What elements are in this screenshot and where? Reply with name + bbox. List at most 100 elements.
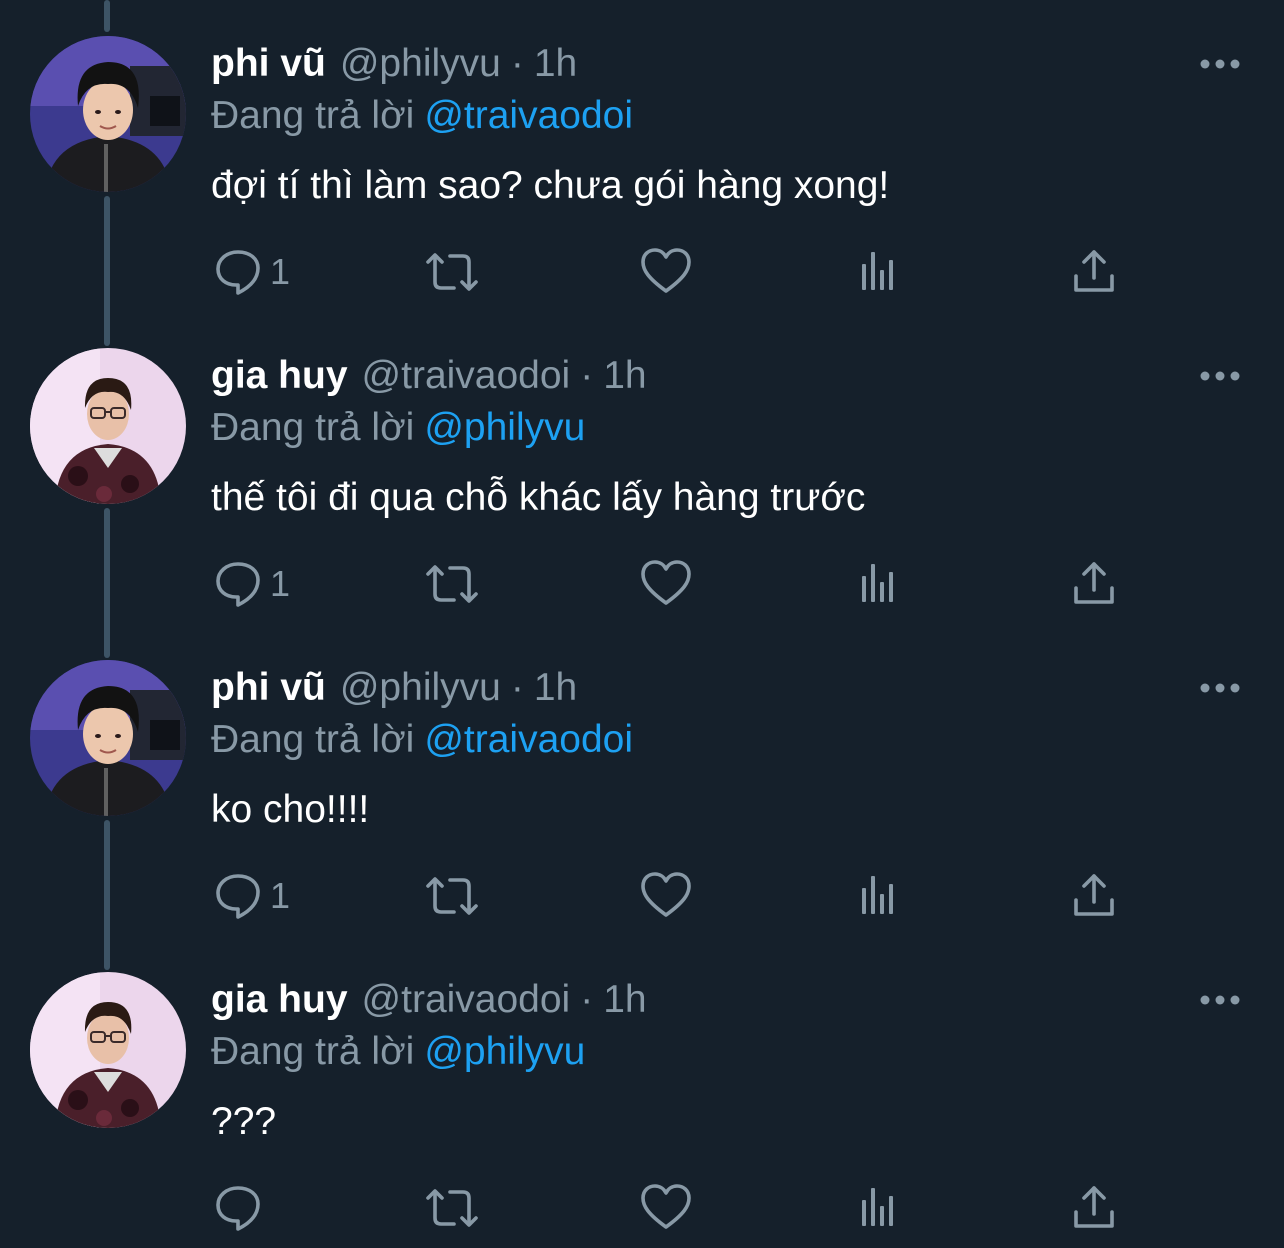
more-options-button[interactable] xyxy=(1196,980,1244,1020)
timestamp[interactable]: 1h xyxy=(534,42,577,85)
stats-icon xyxy=(852,868,908,924)
like-icon xyxy=(638,1180,694,1236)
retweet-icon xyxy=(424,868,480,924)
avatar[interactable] xyxy=(30,972,186,1128)
reply-icon xyxy=(210,868,266,924)
like-button[interactable] xyxy=(638,552,694,616)
retweet-icon xyxy=(424,556,480,612)
more-options-button[interactable] xyxy=(1196,44,1244,84)
like-button[interactable] xyxy=(638,1176,694,1240)
timestamp[interactable]: 1h xyxy=(534,666,577,709)
share-icon xyxy=(1066,244,1122,300)
share-button[interactable] xyxy=(1066,1176,1122,1240)
user-handle[interactable]: @philyvu xyxy=(340,42,501,85)
tweet[interactable]: phi vũ @philyvu · 1h Đang trả lời @traivaodo… xyxy=(0,624,1284,970)
mention-link[interactable]: @philyvu xyxy=(424,406,585,449)
separator-dot: · xyxy=(510,42,524,85)
stats-button[interactable] xyxy=(852,240,908,304)
display-name[interactable]: phi vũ xyxy=(211,666,326,709)
more-options-button[interactable] xyxy=(1196,356,1244,396)
tweet-header: phi vũ @philyvu · 1h xyxy=(211,664,577,712)
replying-to: Đang trả lời @traivaodoi xyxy=(211,716,633,764)
reply-icon xyxy=(210,556,266,612)
like-icon xyxy=(638,244,694,300)
reply-icon xyxy=(210,244,266,300)
replying-label: Đang trả lời xyxy=(211,406,415,449)
display-name[interactable]: phi vũ xyxy=(211,42,326,85)
tweet-thread: phi vũ @philyvu · 1h Đang trả lời @traivaodo… xyxy=(0,0,1284,1247)
avatar[interactable] xyxy=(30,36,186,192)
mention-link[interactable]: @traivaodoi xyxy=(424,94,633,137)
avatar[interactable] xyxy=(30,660,186,816)
retweet-icon xyxy=(424,1180,480,1236)
retweet-button[interactable] xyxy=(424,552,480,616)
share-button[interactable] xyxy=(1066,240,1122,304)
like-button[interactable] xyxy=(638,240,694,304)
stats-button[interactable] xyxy=(852,1176,908,1240)
like-button[interactable] xyxy=(638,864,694,928)
tweet-text: ??? xyxy=(211,1100,277,1143)
more-options-button[interactable] xyxy=(1196,668,1244,708)
replying-label: Đang trả lời xyxy=(211,1030,415,1073)
reply-button[interactable]: 1 xyxy=(210,240,290,304)
reply-icon xyxy=(210,1180,266,1236)
replying-to: Đang trả lời @traivaodoi xyxy=(211,92,633,140)
user-handle[interactable]: @philyvu xyxy=(340,666,501,709)
display-name[interactable]: gia huy xyxy=(211,354,348,397)
like-icon xyxy=(638,556,694,612)
retweet-button[interactable] xyxy=(424,1176,480,1240)
user-handle[interactable]: @traivaodoi xyxy=(362,354,571,397)
tweet[interactable]: gia huy @traivaodoi · 1h Đang trả lời @phily… xyxy=(0,312,1284,658)
reply-count: 1 xyxy=(270,251,291,292)
user-handle[interactable]: @traivaodoi xyxy=(362,978,571,1021)
timestamp[interactable]: 1h xyxy=(603,978,646,1021)
reply-count: 1 xyxy=(270,563,291,604)
more-icon xyxy=(1200,995,1240,1005)
avatar-photo-phi xyxy=(30,36,186,192)
timestamp[interactable]: 1h xyxy=(603,354,646,397)
share-button[interactable] xyxy=(1066,552,1122,616)
display-name[interactable]: gia huy xyxy=(211,978,348,1021)
share-button[interactable] xyxy=(1066,864,1122,928)
stats-button[interactable] xyxy=(852,864,908,928)
tweet[interactable]: phi vũ @philyvu · 1h Đang trả lời @traivaodo… xyxy=(0,0,1284,346)
more-icon xyxy=(1200,683,1240,693)
separator-dot: · xyxy=(580,978,594,1021)
tweet-text: thế tôi đi qua chỗ khác lấy hàng trước xyxy=(211,476,866,519)
share-icon xyxy=(1066,868,1122,924)
reply-button[interactable]: 1 xyxy=(210,864,290,928)
mention-link[interactable]: @philyvu xyxy=(424,1030,585,1073)
retweet-button[interactable] xyxy=(424,240,480,304)
tweet-header: gia huy @traivaodoi · 1h xyxy=(211,352,647,400)
separator-dot: · xyxy=(580,354,594,397)
replying-label: Đang trả lời xyxy=(211,94,415,137)
retweet-icon xyxy=(424,244,480,300)
tweet-text: ko cho!!!! xyxy=(211,788,370,831)
avatar-photo-gia-huy xyxy=(30,972,186,1128)
share-icon xyxy=(1066,1180,1122,1236)
stats-button[interactable] xyxy=(852,552,908,616)
tweet-header: gia huy @traivaodoi · 1h xyxy=(211,976,647,1024)
separator-dot: · xyxy=(510,666,524,709)
reply-button[interactable]: 1 xyxy=(210,552,290,616)
thread-line xyxy=(104,0,110,32)
more-icon xyxy=(1200,59,1240,69)
tweet[interactable]: gia huy @traivaodoi · 1h Đang trả lời @phily… xyxy=(0,936,1284,1248)
tweet-header: phi vũ @philyvu · 1h xyxy=(211,40,577,88)
avatar-photo-phi xyxy=(30,660,186,816)
share-icon xyxy=(1066,556,1122,612)
like-icon xyxy=(638,868,694,924)
tweet-text: đợi tí thì làm sao? chưa gói hàng xong! xyxy=(211,164,890,207)
stats-icon xyxy=(852,1180,908,1236)
stats-icon xyxy=(852,244,908,300)
replying-to: Đang trả lời @philyvu xyxy=(211,1028,585,1076)
more-icon xyxy=(1200,371,1240,381)
replying-label: Đang trả lời xyxy=(211,718,415,761)
reply-button[interactable] xyxy=(210,1176,270,1240)
mention-link[interactable]: @traivaodoi xyxy=(424,718,633,761)
stats-icon xyxy=(852,556,908,612)
replying-to: Đang trả lời @philyvu xyxy=(211,404,585,452)
avatar-photo-gia-huy xyxy=(30,348,186,504)
retweet-button[interactable] xyxy=(424,864,480,928)
avatar[interactable] xyxy=(30,348,186,504)
